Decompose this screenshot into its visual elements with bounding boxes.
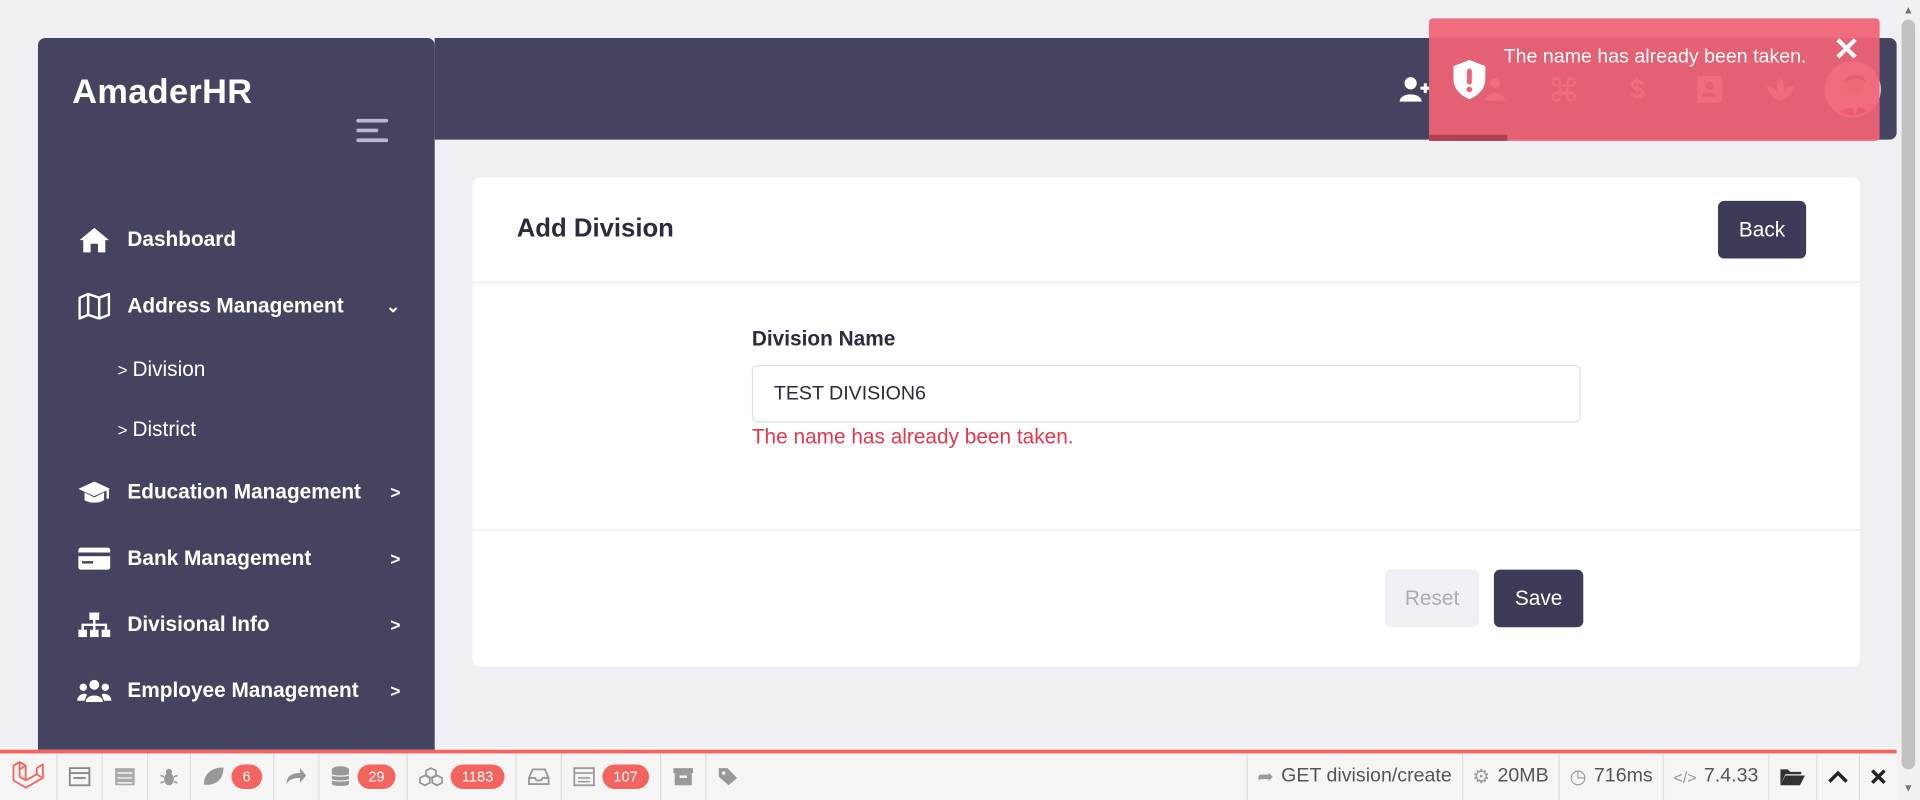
- sidebar-item-employee-management[interactable]: Employee Management >: [38, 658, 435, 724]
- sidebar-item-label: Divisional Info: [127, 612, 270, 636]
- division-name-label: Division Name: [751, 327, 896, 351]
- sidebar-item-address-management[interactable]: Address Management ⌄: [38, 273, 435, 339]
- scroll-up-icon[interactable]: ▲: [1903, 4, 1914, 16]
- tags-tab-icon[interactable]: [706, 753, 753, 800]
- chevron-right-icon: >: [390, 681, 401, 701]
- queries-count-badge: 29: [357, 764, 396, 789]
- messages-tab-icon[interactable]: [58, 753, 103, 800]
- timeline-tab-icon[interactable]: [103, 753, 149, 800]
- back-button[interactable]: Back: [1717, 200, 1807, 259]
- models-tab[interactable]: 1183: [408, 753, 517, 800]
- laravel-logo-icon[interactable]: [0, 753, 58, 800]
- sidebar-item-bank-management[interactable]: Bank Management >: [38, 526, 435, 592]
- sidebar-subitem-division[interactable]: > Division: [38, 339, 435, 399]
- scroll-thumb[interactable]: [1901, 19, 1916, 770]
- toast-message: The name has already been taken.: [1503, 46, 1807, 68]
- chevron-down-icon: ⌄: [386, 295, 401, 316]
- gate-tab[interactable]: 107: [562, 753, 662, 800]
- page-scrollbar[interactable]: ▲ ▼: [1896, 0, 1920, 800]
- cubes-icon: [419, 767, 444, 787]
- database-icon: [330, 766, 350, 786]
- route-text: GET division/create: [1281, 765, 1452, 787]
- bug-icon[interactable]: [148, 753, 192, 800]
- sidebar-item-label: Division: [132, 357, 206, 381]
- chevron-right-icon: >: [117, 359, 128, 380]
- error-toast[interactable]: The name has already been taken. ✕: [1428, 18, 1880, 141]
- sidebar-item-label: District: [132, 417, 197, 441]
- sitemap-icon: [77, 610, 111, 639]
- credit-card-icon: [77, 544, 111, 573]
- memory-text: 20MB: [1497, 765, 1549, 787]
- sidebar-toggle-icon[interactable]: [356, 118, 390, 148]
- share-arrow-icon: ➦: [1257, 766, 1274, 788]
- gate-count-badge: 107: [602, 764, 649, 789]
- code-icon: </>: [1673, 767, 1697, 786]
- sidebar-item-divisional-info[interactable]: Divisional Info >: [38, 592, 435, 658]
- home-icon: [77, 225, 111, 254]
- chevron-right-icon: >: [390, 548, 401, 569]
- cogs-icon: ⚙: [1472, 766, 1491, 788]
- map-icon: [77, 292, 111, 321]
- sidebar-item-label: Address Management: [127, 294, 344, 318]
- mails-tab-icon[interactable]: [517, 753, 562, 800]
- queries-tab[interactable]: 29: [319, 753, 408, 800]
- debugbar: 6 29 1183 107 ➦ GET division/create ⚙ 20…: [0, 749, 1897, 800]
- clock-icon: ◷: [1569, 766, 1587, 788]
- views-count-badge: 6: [231, 764, 262, 789]
- close-debugbar-icon[interactable]: [1858, 753, 1897, 800]
- views-tab[interactable]: 6: [191, 753, 274, 800]
- chevron-right-icon: >: [390, 482, 401, 503]
- scroll-down-icon[interactable]: ▼: [1903, 782, 1914, 794]
- route-info[interactable]: ➦ GET division/create: [1246, 753, 1461, 800]
- sidebar-item-label: Employee Management: [127, 678, 359, 702]
- brand-logo[interactable]: AmaderHR: [72, 72, 252, 111]
- models-count-badge: 1183: [450, 764, 505, 789]
- add-division-card: Add Division Back Division Name The name…: [472, 177, 1861, 667]
- sidebar-item-label: Education Management: [127, 480, 361, 504]
- leaf-icon: [203, 767, 224, 785]
- chevron-up-icon[interactable]: [1815, 753, 1859, 800]
- card-header: Add Division Back: [472, 178, 1861, 283]
- sidebar-item-label: Bank Management: [127, 546, 312, 570]
- users-icon: [77, 676, 112, 705]
- time-info[interactable]: ◷ 716ms: [1558, 753, 1662, 800]
- sidebar-item-label: Dashboard: [127, 227, 237, 252]
- list-icon: [573, 767, 595, 787]
- save-button[interactable]: Save: [1493, 569, 1584, 628]
- card-divider: [472, 529, 1861, 531]
- chevron-right-icon: >: [390, 615, 401, 635]
- route-tab-icon[interactable]: [274, 753, 320, 800]
- open-folder-icon[interactable]: [1768, 753, 1816, 800]
- archive-tab-icon[interactable]: [661, 753, 707, 800]
- shield-exclamation-icon: [1451, 59, 1488, 101]
- graduation-cap-icon: [77, 478, 111, 507]
- division-name-error: The name has already been taken.: [751, 425, 1074, 449]
- division-name-input[interactable]: [751, 365, 1581, 423]
- sidebar-item-dashboard[interactable]: Dashboard: [38, 207, 435, 273]
- user-plus-icon[interactable]: [1398, 72, 1432, 106]
- debugbar-summary: ➦ GET division/create ⚙ 20MB ◷ 716ms </>…: [1246, 753, 1896, 800]
- toast-progress-bar: [1428, 134, 1508, 141]
- sidebar-item-education-management[interactable]: Education Management >: [38, 459, 435, 525]
- close-icon[interactable]: ✕: [1833, 33, 1860, 65]
- sidebar-nav: Dashboard Address Management ⌄ > Divisio…: [38, 207, 435, 724]
- memory-info[interactable]: ⚙ 20MB: [1461, 753, 1559, 800]
- page-title: Add Division: [516, 214, 674, 243]
- chevron-right-icon: >: [117, 419, 128, 440]
- time-text: 716ms: [1593, 765, 1653, 787]
- php-version-text: 7.4.33: [1703, 765, 1759, 787]
- php-version-info[interactable]: </> 7.4.33: [1662, 753, 1769, 800]
- sidebar: AmaderHR Dashboard Address Management ⌄ …: [37, 37, 435, 751]
- sidebar-subitem-district[interactable]: > District: [38, 399, 435, 459]
- reset-button[interactable]: Reset: [1384, 569, 1480, 628]
